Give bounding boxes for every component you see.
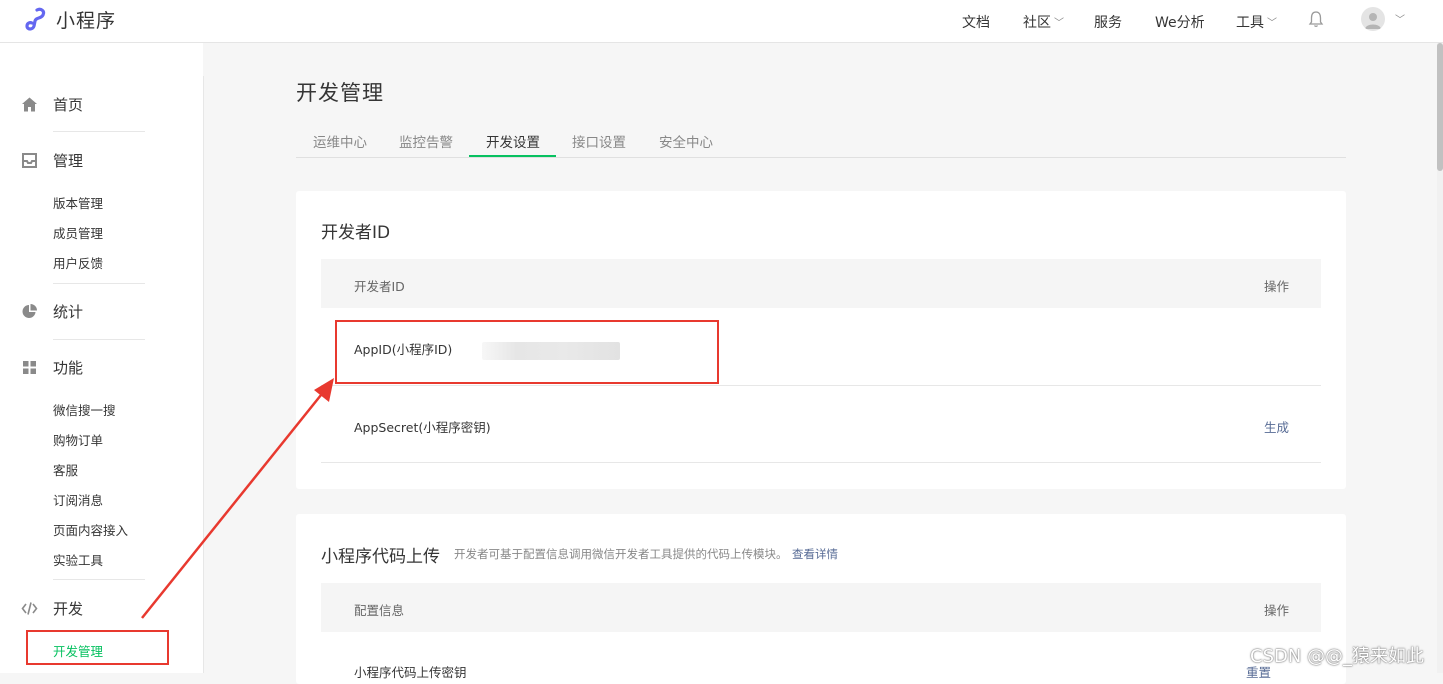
top-bar: 小程序 文档 社区 ﹀ 服务 We分析 工具 ﹀ ﹀: [0, 0, 1443, 43]
sidebar-section-manage[interactable]: 管理: [21, 150, 83, 171]
sidebar-item-shopping-orders[interactable]: 购物订单: [53, 430, 103, 449]
card-description: 开发者可基于配置信息调用微信开发者工具提供的代码上传模块。: [454, 547, 788, 561]
code-icon: [21, 602, 38, 615]
user-icon: [1365, 13, 1381, 29]
view-details-link[interactable]: 查看详情: [792, 546, 838, 562]
sidebar-section-features[interactable]: 功能: [21, 357, 83, 378]
inbox-icon: [22, 153, 37, 168]
nav-label: 文档: [962, 14, 990, 31]
tab-ops-center[interactable]: 运维中心: [313, 131, 367, 151]
column-header: 开发者ID: [354, 279, 405, 294]
tab-dev-settings[interactable]: 开发设置: [486, 131, 540, 151]
sidebar-section-label: 开发: [53, 600, 84, 618]
chevron-down-icon: ﹀: [1267, 18, 1277, 29]
annotation-box-dev-management: [26, 630, 169, 665]
sidebar-section-home[interactable]: 首页: [21, 94, 83, 115]
divider: [53, 339, 145, 340]
bell-icon[interactable]: [1308, 10, 1324, 28]
sidebar-item-user-feedback[interactable]: 用户反馈: [53, 253, 103, 272]
row-divider: [321, 385, 1321, 386]
tab-security-center[interactable]: 安全中心: [659, 131, 713, 151]
chevron-down-icon: ﹀: [1054, 18, 1064, 29]
column-header: 配置信息: [354, 603, 405, 618]
sidebar-item-customer-service[interactable]: 客服: [53, 460, 78, 479]
sidebar-section-label: 功能: [53, 359, 84, 377]
nav-label: 服务: [1094, 14, 1122, 31]
sidebar-item-member-management[interactable]: 成员管理: [53, 223, 103, 242]
nav-label: We分析: [1155, 14, 1205, 31]
nav-we-analytics[interactable]: We分析: [1155, 0, 1205, 43]
nav-services[interactable]: 服务: [1094, 0, 1122, 43]
sidebar-item-subscription-messages[interactable]: 订阅消息: [53, 490, 103, 509]
nav-tools[interactable]: 工具 ﹀: [1236, 0, 1277, 43]
sidebar-section-label: 管理: [53, 152, 84, 170]
divider: [53, 131, 145, 132]
logo[interactable]: 小程序: [22, 6, 116, 32]
sidebar-section-label: 统计: [53, 303, 84, 321]
sidebar-section-statistics[interactable]: 统计: [21, 301, 83, 322]
home-icon: [22, 97, 37, 112]
code-upload-card: 小程序代码上传 开发者可基于配置信息调用微信开发者工具提供的代码上传模块。 查看…: [296, 514, 1346, 684]
table-header: 配置信息 操作: [321, 583, 1321, 632]
active-tab-indicator: [469, 155, 556, 157]
annotation-arrow: [141, 378, 334, 619]
mini-program-logo-icon: [25, 7, 46, 31]
nav-community[interactable]: 社区 ﹀: [1023, 0, 1064, 43]
tab-bar: 运维中心 监控告警 开发设置 接口设置 安全中心: [296, 125, 1346, 158]
sidebar-item-version-management[interactable]: 版本管理: [53, 193, 103, 212]
sidebar-item-wechat-search[interactable]: 微信搜一搜: [53, 400, 116, 419]
appsecret-label: AppSecret(小程序密钥): [354, 420, 491, 435]
scrollbar-thumb[interactable]: [1437, 43, 1443, 171]
sidebar-item-page-content-access[interactable]: 页面内容接入: [53, 520, 128, 539]
watermark: CSDN @@_猿来如此: [1250, 646, 1425, 667]
sidebar-section-development[interactable]: 开发: [21, 598, 83, 619]
page-scrollbar[interactable]: [1437, 43, 1443, 673]
pie-chart-icon: [22, 304, 37, 318]
sidebar-item-experiment-tools[interactable]: 实验工具: [53, 550, 103, 569]
column-header: 操作: [1264, 603, 1290, 618]
table-header: 开发者ID 操作: [321, 259, 1321, 308]
tab-interface-settings[interactable]: 接口设置: [572, 131, 626, 151]
nav-docs[interactable]: 文档: [962, 0, 990, 43]
nav-label: 工具: [1236, 14, 1264, 31]
upload-key-label: 小程序代码上传密钥: [354, 665, 467, 680]
divider: [53, 283, 145, 284]
sidebar-section-label: 首页: [53, 96, 84, 114]
page-title: 开发管理: [296, 81, 384, 105]
chevron-down-icon[interactable]: ﹀: [1395, 11, 1405, 26]
logo-text: 小程序: [56, 9, 117, 32]
card-title: 开发者ID: [321, 223, 391, 243]
avatar[interactable]: [1361, 7, 1385, 31]
annotation-box-appid: [335, 320, 719, 384]
tab-monitoring-alerts[interactable]: 监控告警: [399, 131, 453, 151]
generate-secret-link[interactable]: 生成: [1264, 417, 1289, 436]
nav-label: 社区: [1023, 14, 1051, 31]
grid-icon: [23, 361, 36, 374]
column-header: 操作: [1264, 279, 1290, 294]
row-divider: [321, 462, 1321, 463]
